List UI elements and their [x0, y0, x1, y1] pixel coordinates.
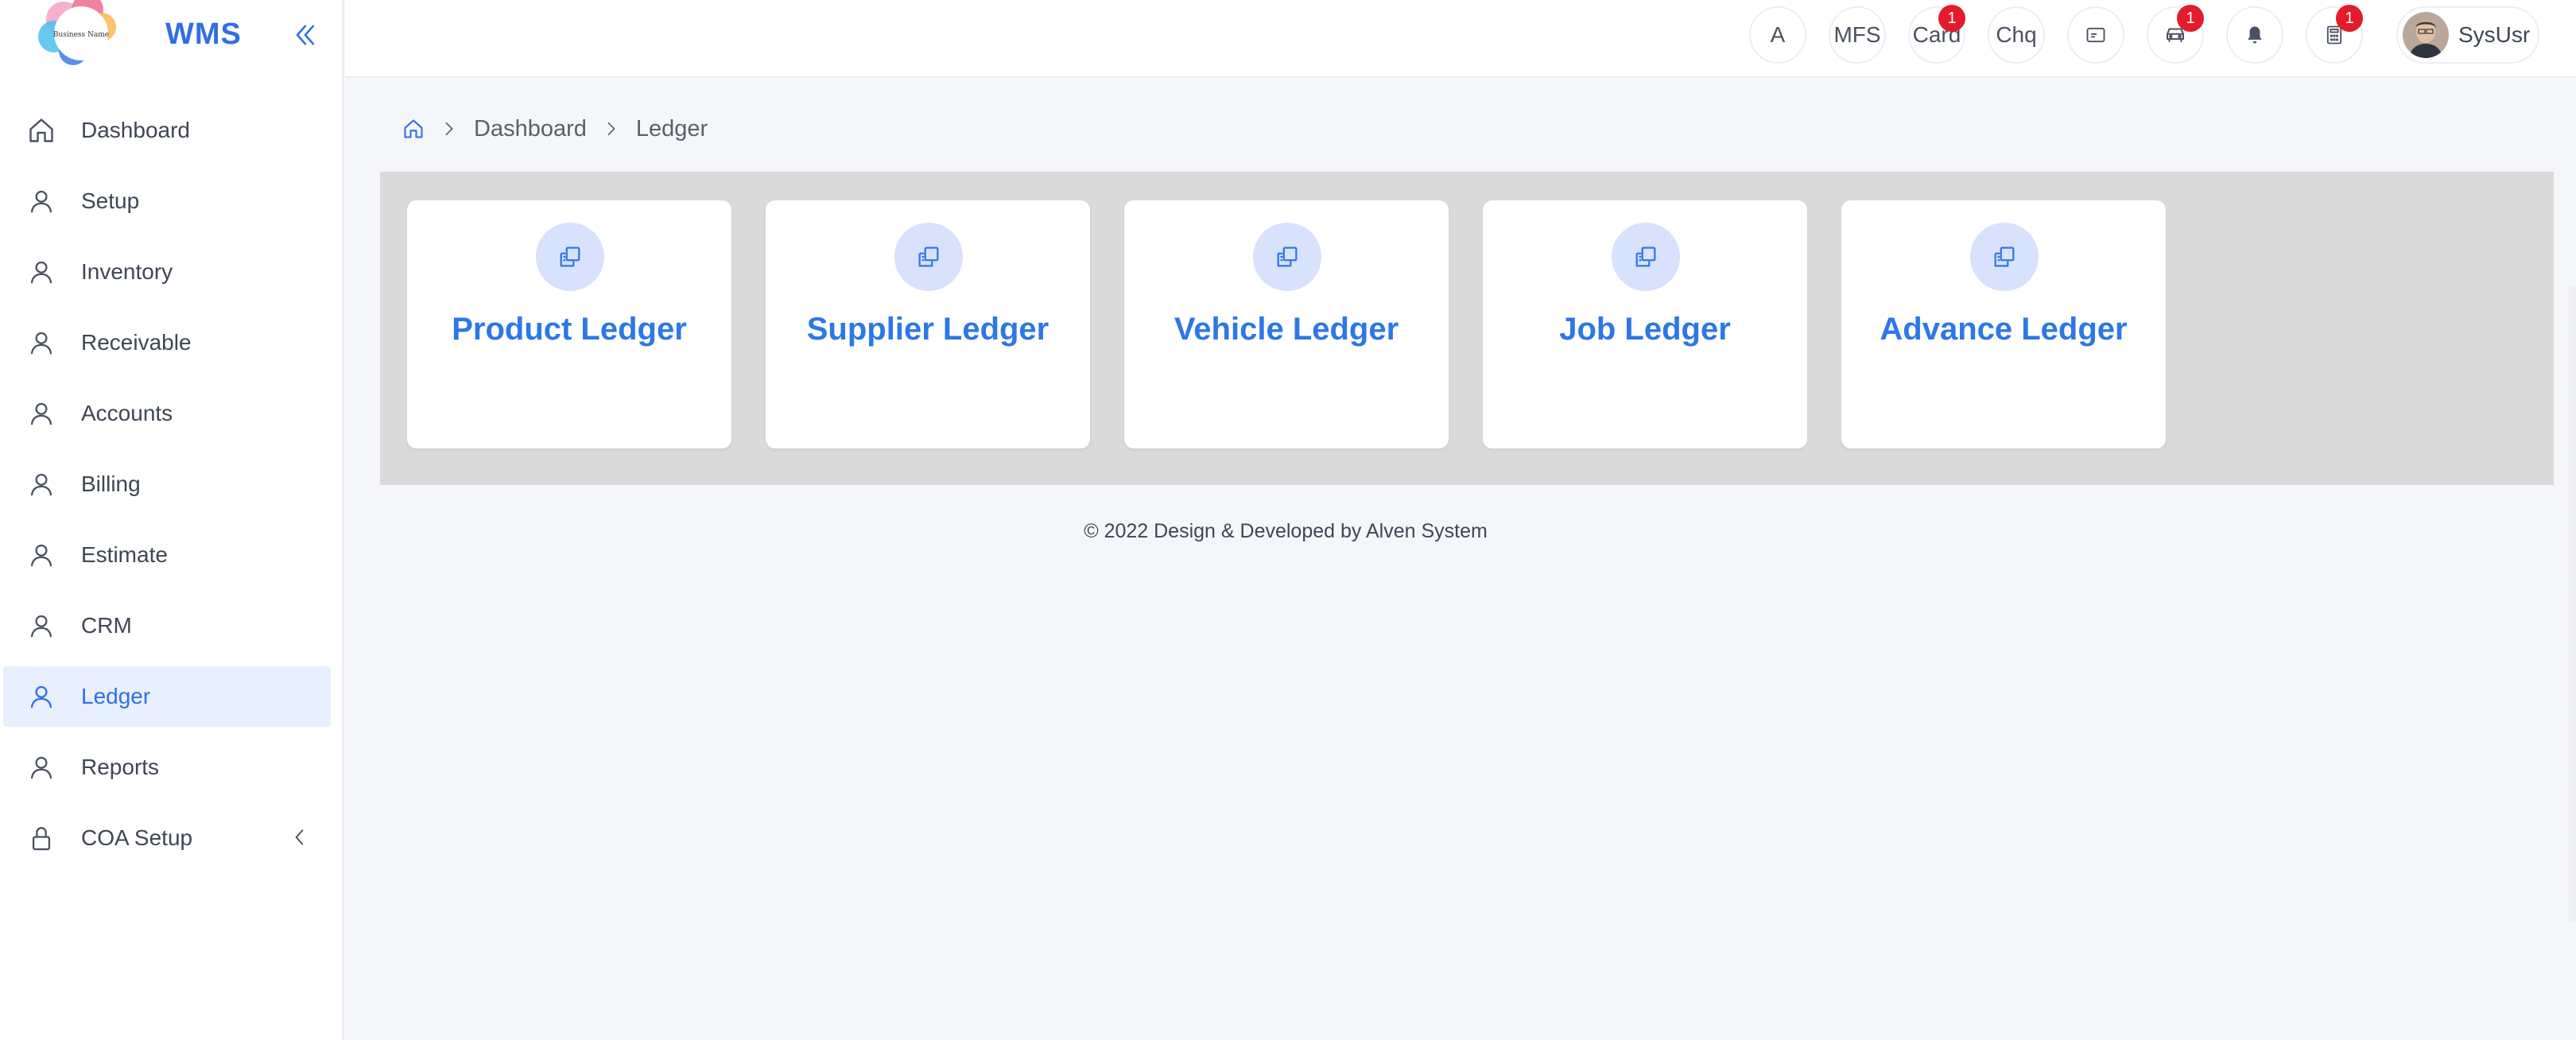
collapse-sidebar-button[interactable]	[288, 17, 323, 52]
user-name: SysUsr	[2458, 22, 2531, 47]
sidebar-item-billing[interactable]: Billing	[3, 454, 331, 514]
sidebar-item-label: Reports	[81, 755, 160, 779]
sidebar-item-coa-setup[interactable]: COA Setup	[3, 808, 331, 868]
footer-copyright: © 2022 Design & Developed by Alven Syste…	[1084, 520, 1488, 542]
sidebar-item-label: Receivable	[81, 330, 192, 355]
sidebar-item-dashboard[interactable]: Dashboard	[3, 100, 331, 161]
user-icon	[25, 327, 57, 359]
vehicle-badge: 1	[2177, 5, 2204, 32]
user-icon	[25, 468, 57, 500]
sidebar: Business Name WMS Dashboard Setup Invent…	[0, 0, 343, 1040]
ledger-cards-panel: Product Ledger Supplier Ledger Vehicle L…	[380, 172, 2554, 485]
user-icon	[25, 539, 57, 571]
sidebar-item-label: Setup	[81, 188, 140, 213]
sidebar-item-label: Inventory	[81, 259, 173, 284]
ledger-icon	[536, 223, 604, 291]
vehicle-ledger-card[interactable]: Vehicle Ledger	[1124, 200, 1449, 448]
top-bar: A MFS Card 1 Chq 1 1 SysUsr	[345, 0, 2576, 78]
calculator-button[interactable]: 1	[2306, 5, 2363, 64]
ledger-icon	[1970, 223, 2039, 291]
ledger-icon	[1253, 223, 1321, 291]
sidebar-item-label: COA Setup	[81, 825, 193, 850]
card-button[interactable]: Card 1	[1908, 5, 1965, 64]
a-button[interactable]: A	[1749, 6, 1806, 64]
breadcrumb-dashboard-link[interactable]: Dashboard	[474, 116, 587, 142]
mfs-button-label: MFS	[1833, 22, 1881, 47]
job-ledger-card[interactable]: Job Ledger	[1483, 200, 1807, 448]
breadcrumb: Dashboard Ledger	[402, 113, 708, 145]
sidebar-item-estimate[interactable]: Estimate	[3, 525, 331, 585]
user-icon	[25, 751, 57, 783]
bell-icon	[2248, 26, 2262, 44]
id-card-button[interactable]	[2067, 6, 2124, 64]
sidebar-item-ledger[interactable]: Ledger	[3, 666, 331, 727]
user-menu-button[interactable]: SysUsr	[2396, 6, 2539, 64]
company-logo[interactable]: Business Name	[32, 0, 127, 73]
logo-text: Business Name	[53, 31, 109, 39]
home-icon[interactable]	[402, 118, 425, 140]
card-badge: 1	[1938, 5, 1965, 32]
brand-name: WMS	[165, 17, 242, 51]
user-icon	[25, 398, 57, 429]
sidebar-item-inventory[interactable]: Inventory	[3, 242, 331, 302]
card-title: Vehicle Ledger	[1174, 312, 1399, 347]
card-title: Product Ledger	[452, 312, 687, 347]
a-button-label: A	[1770, 22, 1786, 47]
ledger-icon	[894, 223, 963, 291]
edge-shadow	[2565, 286, 2576, 922]
lock-icon	[25, 822, 57, 854]
user-icon	[25, 256, 57, 288]
sidebar-item-label: CRM	[81, 613, 132, 638]
mfs-button[interactable]: MFS	[1829, 6, 1886, 64]
vehicle-button[interactable]: 1	[2147, 5, 2204, 64]
chevron-left-icon	[289, 825, 310, 853]
product-ledger-card[interactable]: Product Ledger	[407, 200, 731, 448]
supplier-ledger-card[interactable]: Supplier Ledger	[766, 200, 1090, 448]
sidebar-item-setup[interactable]: Setup	[3, 171, 331, 231]
card-title: Advance Ledger	[1880, 312, 2128, 347]
double-chevron-left-icon	[296, 25, 315, 45]
user-icon	[25, 185, 57, 217]
ledger-icon	[1612, 223, 1680, 291]
avatar	[2403, 12, 2449, 58]
card-title: Job Ledger	[1559, 312, 1731, 347]
home-icon	[25, 114, 57, 146]
sidebar-item-label: Dashboard	[81, 118, 190, 142]
notifications-button[interactable]	[2226, 6, 2283, 64]
sidebar-item-receivable[interactable]: Receivable	[3, 312, 331, 373]
breadcrumb-current: Ledger	[635, 115, 708, 142]
chevron-right-icon	[440, 117, 458, 141]
chq-button[interactable]: Chq	[1988, 6, 2045, 64]
id-card-icon	[2086, 27, 2105, 43]
sidebar-menu: Dashboard Setup Inventory Receivable Acc…	[3, 100, 331, 879]
sidebar-item-label: Ledger	[81, 684, 151, 708]
sidebar-item-label: Estimate	[81, 542, 168, 567]
sidebar-item-label: Billing	[81, 471, 141, 496]
chevron-right-icon	[603, 117, 620, 141]
card-title: Supplier Ledger	[806, 312, 1049, 347]
user-icon	[25, 610, 57, 642]
chq-button-label: Chq	[1996, 22, 2037, 47]
user-icon	[25, 681, 57, 712]
sidebar-item-label: Accounts	[81, 401, 173, 425]
calculator-badge: 1	[2336, 5, 2363, 32]
brand-area: Business Name WMS	[0, 0, 342, 76]
sidebar-item-reports[interactable]: Reports	[3, 737, 331, 797]
advance-ledger-card[interactable]: Advance Ledger	[1841, 200, 2166, 448]
sidebar-item-crm[interactable]: CRM	[3, 596, 331, 656]
sidebar-item-accounts[interactable]: Accounts	[3, 383, 331, 444]
